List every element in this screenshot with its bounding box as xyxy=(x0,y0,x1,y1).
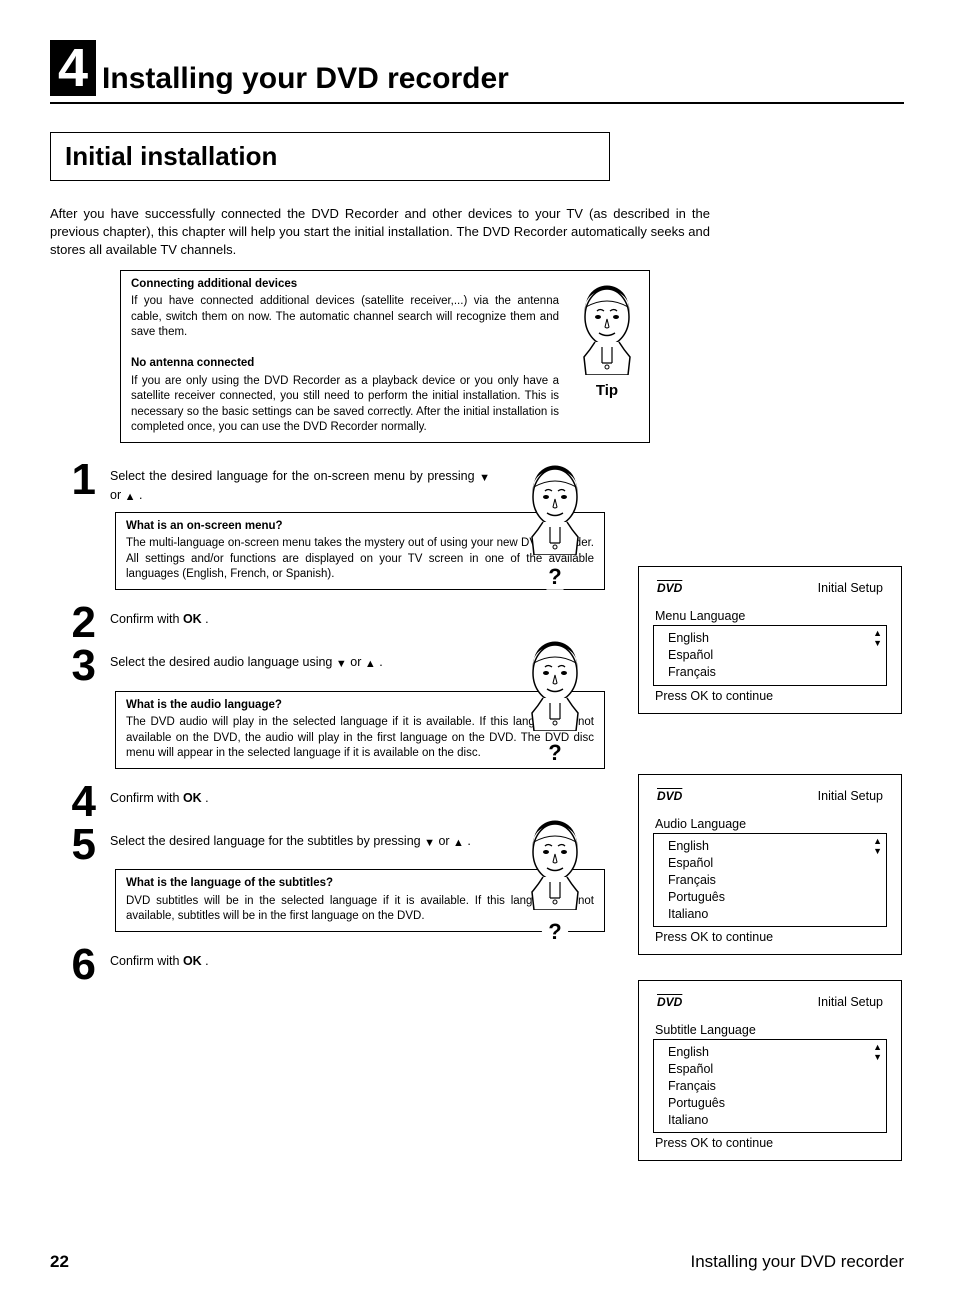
face-icon xyxy=(572,275,642,375)
tip-subhead-2: No antenna connected xyxy=(131,356,559,372)
osd-setup-label: Initial Setup xyxy=(818,995,883,1009)
osd-box-menu-language: DVD Initial Setup Menu Language ▲▼ Engli… xyxy=(638,566,902,714)
dvd-logo-icon: DVD xyxy=(657,789,682,803)
osd-footer: Press OK to continue xyxy=(649,689,891,703)
scroll-arrows-icon: ▲▼ xyxy=(873,1042,882,1062)
dvd-logo-icon: DVD xyxy=(657,995,682,1009)
step-number-6: 6 xyxy=(50,946,110,983)
step-4-text: Confirm with OK . xyxy=(110,783,490,808)
osd-setup-label: Initial Setup xyxy=(818,581,883,595)
step-5-text: Select the desired language for the subt… xyxy=(110,826,490,852)
step-number-4: 4 xyxy=(50,783,110,820)
question-icon: ? xyxy=(541,740,569,766)
step-3-text: Select the desired audio language using … xyxy=(110,647,490,673)
osd-option: Português xyxy=(654,889,886,906)
dvd-logo-icon: DVD xyxy=(657,581,682,595)
up-arrow-icon: ▲ xyxy=(125,491,136,503)
face-icon xyxy=(520,455,590,555)
step-number-1: 1 xyxy=(50,461,110,498)
scroll-arrows-icon: ▲▼ xyxy=(873,628,882,648)
step-6-text: Confirm with OK . xyxy=(110,946,490,971)
question-icon: ? xyxy=(541,919,569,945)
osd-menu-language-label: Menu Language xyxy=(649,609,891,623)
osd-option: Français xyxy=(654,872,886,889)
tip-label: Tip xyxy=(569,382,645,399)
down-arrow-icon: ▼ xyxy=(479,472,490,484)
chapter-title: Installing your DVD recorder xyxy=(102,62,509,96)
tip-block: Connecting additional devices If you hav… xyxy=(120,270,650,443)
face-icon xyxy=(520,810,590,910)
step-2-text: Confirm with OK . xyxy=(110,604,490,629)
down-arrow-icon: ▼ xyxy=(336,658,347,670)
osd-box-audio-language: DVD Initial Setup Audio Language ▲▼ Engl… xyxy=(638,774,902,955)
osd-option: Português xyxy=(654,1095,886,1112)
divider xyxy=(50,102,904,104)
intro-paragraph: After you have successfully connected th… xyxy=(50,205,710,260)
up-arrow-icon: ▲ xyxy=(453,837,464,849)
osd-setup-label: Initial Setup xyxy=(818,789,883,803)
step-number-5: 5 xyxy=(50,826,110,863)
step-1-text: Select the desired language for the on-s… xyxy=(110,461,490,506)
up-arrow-icon: ▲ xyxy=(365,658,376,670)
tip-body-1: If you have connected additional devices… xyxy=(131,295,559,338)
question-icon: ? xyxy=(541,564,569,590)
osd-option: Français xyxy=(654,1078,886,1095)
chapter-number-badge: 4 xyxy=(50,40,96,96)
step-number-3: 3 xyxy=(50,647,110,684)
osd-footer: Press OK to continue xyxy=(649,930,891,944)
osd-option: English xyxy=(654,1044,886,1061)
osd-option: Español xyxy=(654,1061,886,1078)
tip-subhead-1: Connecting additional devices xyxy=(131,277,559,293)
section-title: Initial installation xyxy=(65,141,595,172)
osd-option: English xyxy=(654,630,886,647)
osd-subtitle-language-label: Subtitle Language xyxy=(649,1023,891,1037)
osd-box-subtitle-language: DVD Initial Setup Subtitle Language ▲▼ E… xyxy=(638,980,902,1161)
step-number-2: 2 xyxy=(50,604,110,641)
section-title-box: Initial installation xyxy=(50,132,610,181)
footer-title: Installing your DVD recorder xyxy=(690,1252,904,1272)
osd-option: Italiano xyxy=(654,1112,886,1129)
down-arrow-icon: ▼ xyxy=(424,837,435,849)
osd-footer: Press OK to continue xyxy=(649,1136,891,1150)
tip-body-2: If you are only using the DVD Recorder a… xyxy=(131,375,559,434)
page-number: 22 xyxy=(50,1252,69,1272)
osd-option: Italiano xyxy=(654,906,886,923)
face-icon xyxy=(520,631,590,731)
